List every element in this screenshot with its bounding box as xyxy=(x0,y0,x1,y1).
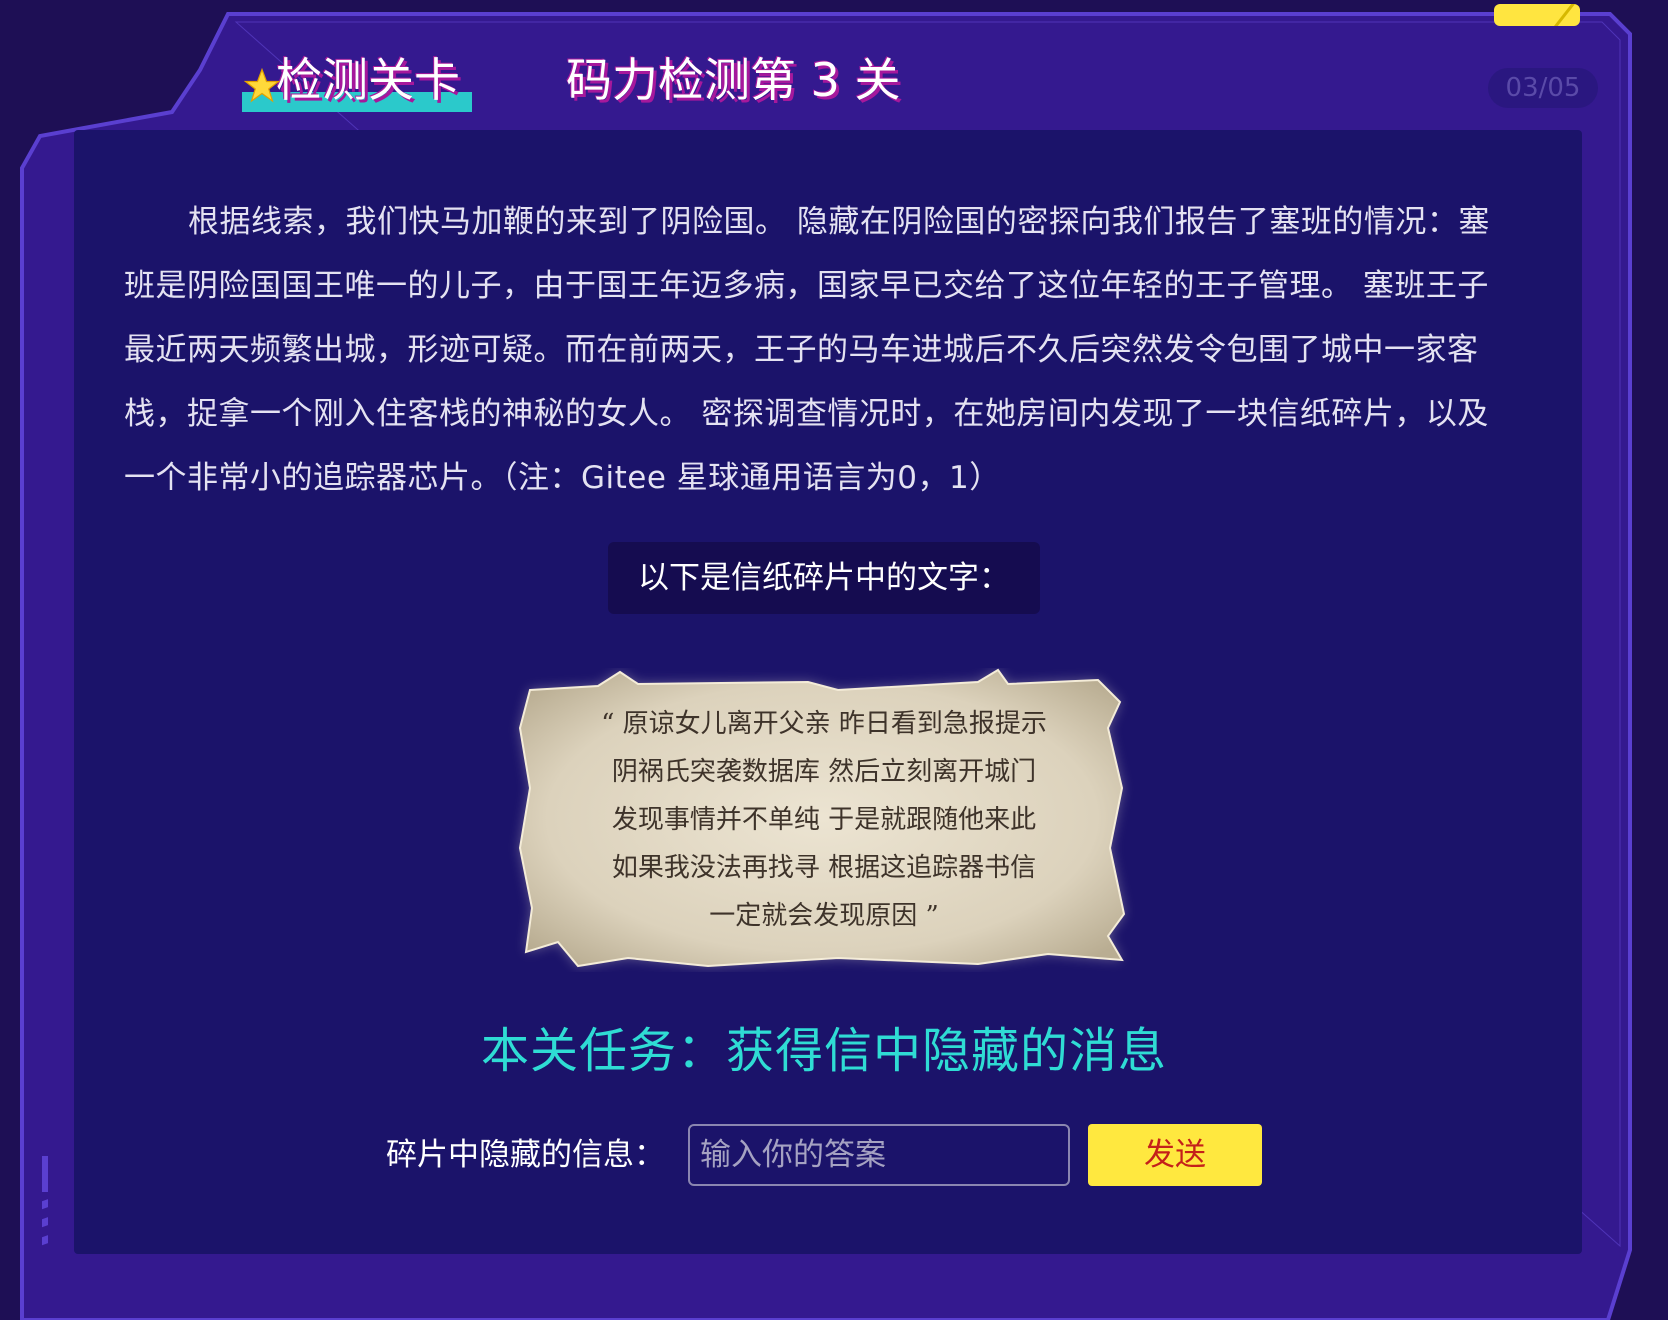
letter-line: 发现事情并不单纯 于是就跟随他来此 xyxy=(611,805,1037,835)
top-right-yellow-tab xyxy=(1494,4,1580,26)
game-page: 检测关卡 码力检测第 3 关 03/05 根据线索，我们快马加鞭的来到了阴险国。… xyxy=(0,0,1668,1320)
answer-input[interactable] xyxy=(688,1124,1070,1186)
fragment-label: 以下是信纸碎片中的文字： xyxy=(608,542,1040,614)
letter-fragment-text: “ 原谅女儿离开父亲 昨日看到急报提示 阴祸氏突袭数据库 然后立刻离开城门 发现… xyxy=(508,700,1140,940)
letter-line: 阴祸氏突袭数据库 然后立刻离开城门 xyxy=(611,757,1037,787)
send-button[interactable]: 发送 xyxy=(1088,1124,1262,1186)
progress-indicator: 03/05 xyxy=(1488,68,1598,108)
star-icon xyxy=(244,68,280,103)
side-decoration xyxy=(42,1156,48,1246)
letter-line: 如果我没法再找寻 根据这追踪器书信 xyxy=(611,853,1037,883)
level-title: 码力检测第 3 关 xyxy=(566,53,901,107)
answer-row: 碎片中隐藏的信息： 发送 xyxy=(0,1124,1648,1186)
letter-line: “ 原谅女儿离开父亲 昨日看到急报提示 xyxy=(601,709,1047,739)
task-description: 本关任务：获得信中隐藏的消息 xyxy=(480,1023,1167,1079)
letter-line: 一定就会发现原因 ” xyxy=(709,901,939,931)
story-paragraph: 根据线索，我们快马加鞭的来到了阴险国。 隐藏在阴险国的密探向我们报告了塞班的情况… xyxy=(124,204,1490,496)
answer-label: 碎片中隐藏的信息： xyxy=(386,1137,665,1173)
badge-title: 检测关卡 xyxy=(276,53,460,107)
